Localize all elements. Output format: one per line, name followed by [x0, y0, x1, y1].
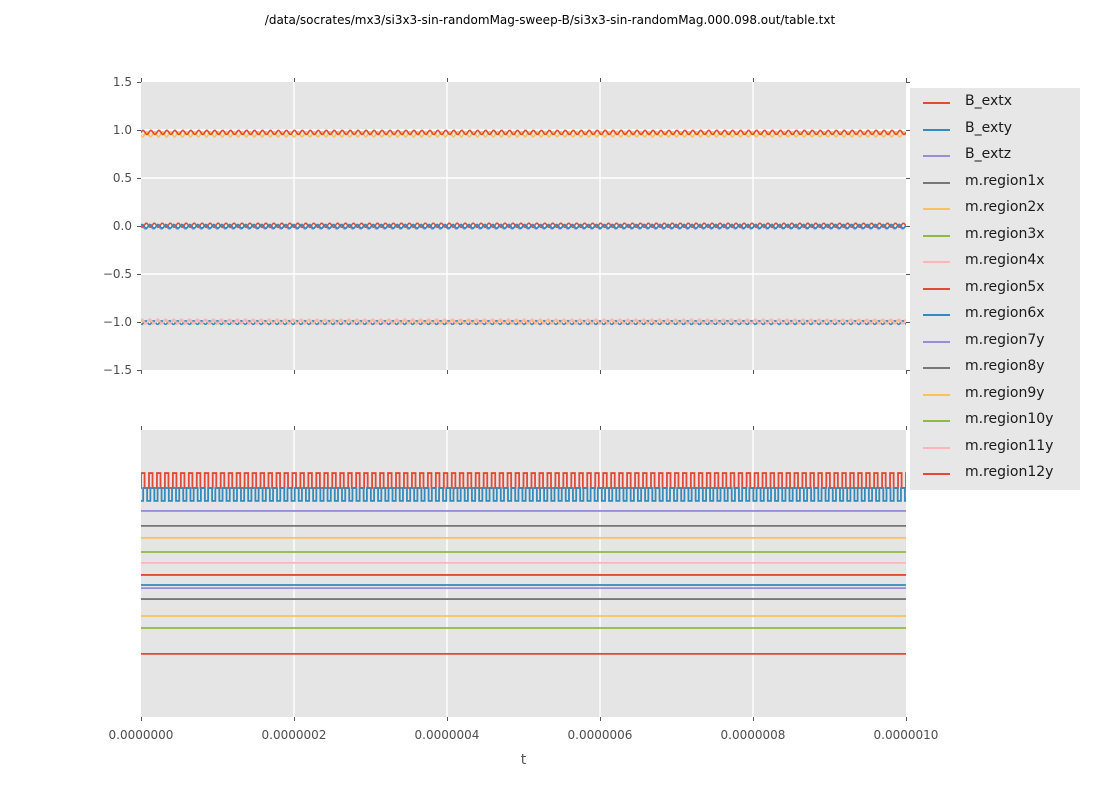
- legend-item: m.region2x: [910, 196, 1080, 223]
- legend-item: m.region9y: [910, 382, 1080, 409]
- bottom-plot-panel: [141, 430, 906, 717]
- legend-line-sample: [923, 341, 950, 343]
- x-axis-label: t: [141, 752, 906, 768]
- x-tick-mark: [447, 370, 448, 374]
- legend-line-sample: [923, 102, 950, 104]
- y-tick-label: −1.0: [0, 315, 132, 329]
- legend-item-label: B_exty: [965, 120, 1012, 136]
- x-tick-mark: [753, 370, 754, 374]
- legend-item: m.region7y: [910, 329, 1080, 356]
- y-tick-label: 0.0: [0, 219, 132, 233]
- y-tick-label: −1.5: [0, 363, 132, 377]
- legend-item-label: B_extz: [965, 146, 1011, 162]
- legend-item: m.region10y: [910, 408, 1080, 435]
- x-tick-mark: [141, 78, 142, 82]
- legend-line-sample: [923, 182, 950, 184]
- x-tick-mark: [294, 370, 295, 374]
- legend-line-sample: [923, 473, 950, 475]
- x-tick-mark: [447, 78, 448, 82]
- y-tick-mark: [137, 178, 141, 179]
- x-tick-label: 0.0000000: [81, 728, 201, 742]
- y-tick-label: 0.5: [0, 171, 132, 185]
- legend-item: B_exty: [910, 117, 1080, 144]
- legend-item-label: m.region12y: [965, 464, 1053, 480]
- legend-item: m.region8y: [910, 355, 1080, 382]
- legend-line-sample: [923, 235, 950, 237]
- y-tick-mark: [137, 130, 141, 131]
- top-plot-panel: [141, 82, 906, 370]
- x-tick-label: 0.0000006: [540, 728, 660, 742]
- x-tick-mark: [753, 717, 754, 721]
- y-tick-mark: [137, 274, 141, 275]
- legend-item-label: m.region3x: [965, 226, 1045, 242]
- legend-item: m.region11y: [910, 435, 1080, 462]
- y-tick-label: 1.0: [0, 123, 132, 137]
- legend-item: m.region6x: [910, 302, 1080, 329]
- legend-item-label: m.region7y: [965, 332, 1045, 348]
- legend-line-sample: [923, 394, 950, 396]
- x-tick-mark: [600, 78, 601, 82]
- legend-item: m.region4x: [910, 249, 1080, 276]
- y-tick-mark: [137, 322, 141, 323]
- x-tick-mark: [294, 717, 295, 721]
- x-tick-label: 0.0000008: [693, 728, 813, 742]
- legend-item-label: m.region4x: [965, 252, 1045, 268]
- y-tick-mark: [137, 226, 141, 227]
- x-tick-mark: [600, 370, 601, 374]
- legend-item-label: m.region5x: [965, 279, 1045, 295]
- x-tick-mark: [753, 78, 754, 82]
- legend-item: B_extx: [910, 90, 1080, 117]
- x-tick-label: 0.0000010: [846, 728, 966, 742]
- legend-item-label: m.region8y: [965, 358, 1045, 374]
- legend-item: B_extz: [910, 143, 1080, 170]
- x-tick-mark: [906, 426, 907, 430]
- series-square-blue: [141, 488, 906, 501]
- y-tick-mark: [137, 82, 141, 83]
- legend-item-label: m.region9y: [965, 385, 1045, 401]
- x-tick-mark: [141, 426, 142, 430]
- figure-window: /data/socrates/mx3/si3x3-sin-randomMag-s…: [0, 0, 1100, 800]
- legend-line-sample: [923, 129, 950, 131]
- legend-item-label: m.region1x: [965, 173, 1045, 189]
- y-tick-label: 1.5: [0, 75, 132, 89]
- legend-item-label: B_extx: [965, 93, 1012, 109]
- legend-item: m.region5x: [910, 276, 1080, 303]
- x-tick-mark: [447, 717, 448, 721]
- figure-title: /data/socrates/mx3/si3x3-sin-randomMag-s…: [0, 13, 1100, 27]
- legend: B_extx B_exty B_extz m.region1x m.region2x m.…: [910, 88, 1080, 490]
- x-tick-label: 0.0000002: [234, 728, 354, 742]
- legend-line-sample: [923, 367, 950, 369]
- x-tick-mark: [141, 717, 142, 721]
- legend-line-sample: [923, 155, 950, 157]
- legend-item-label: m.region11y: [965, 438, 1053, 454]
- x-tick-mark: [600, 426, 601, 430]
- series-square-red: [141, 473, 906, 488]
- legend-line-sample: [923, 420, 950, 422]
- legend-line-sample: [923, 447, 950, 449]
- x-tick-mark: [447, 426, 448, 430]
- y-tick-mark: [137, 370, 141, 371]
- x-tick-label: 0.0000004: [387, 728, 507, 742]
- legend-line-sample: [923, 314, 950, 316]
- legend-item: m.region3x: [910, 223, 1080, 250]
- bottom-plot-canvas: [141, 430, 906, 717]
- x-tick-mark: [141, 370, 142, 374]
- x-tick-mark: [753, 426, 754, 430]
- legend-line-sample: [923, 288, 950, 290]
- legend-item: m.region12y: [910, 461, 1080, 488]
- legend-item-label: m.region10y: [965, 411, 1053, 427]
- legend-item-label: m.region2x: [965, 199, 1045, 215]
- x-tick-mark: [294, 78, 295, 82]
- y-tick-mark: [906, 82, 910, 83]
- top-plot-canvas: [141, 82, 906, 370]
- legend-item: m.region1x: [910, 170, 1080, 197]
- x-tick-mark: [294, 426, 295, 430]
- x-tick-mark: [600, 717, 601, 721]
- legend-line-sample: [923, 208, 950, 210]
- legend-line-sample: [923, 261, 950, 263]
- x-tick-mark: [906, 717, 907, 721]
- y-tick-label: −0.5: [0, 267, 132, 281]
- legend-item-label: m.region6x: [965, 305, 1045, 321]
